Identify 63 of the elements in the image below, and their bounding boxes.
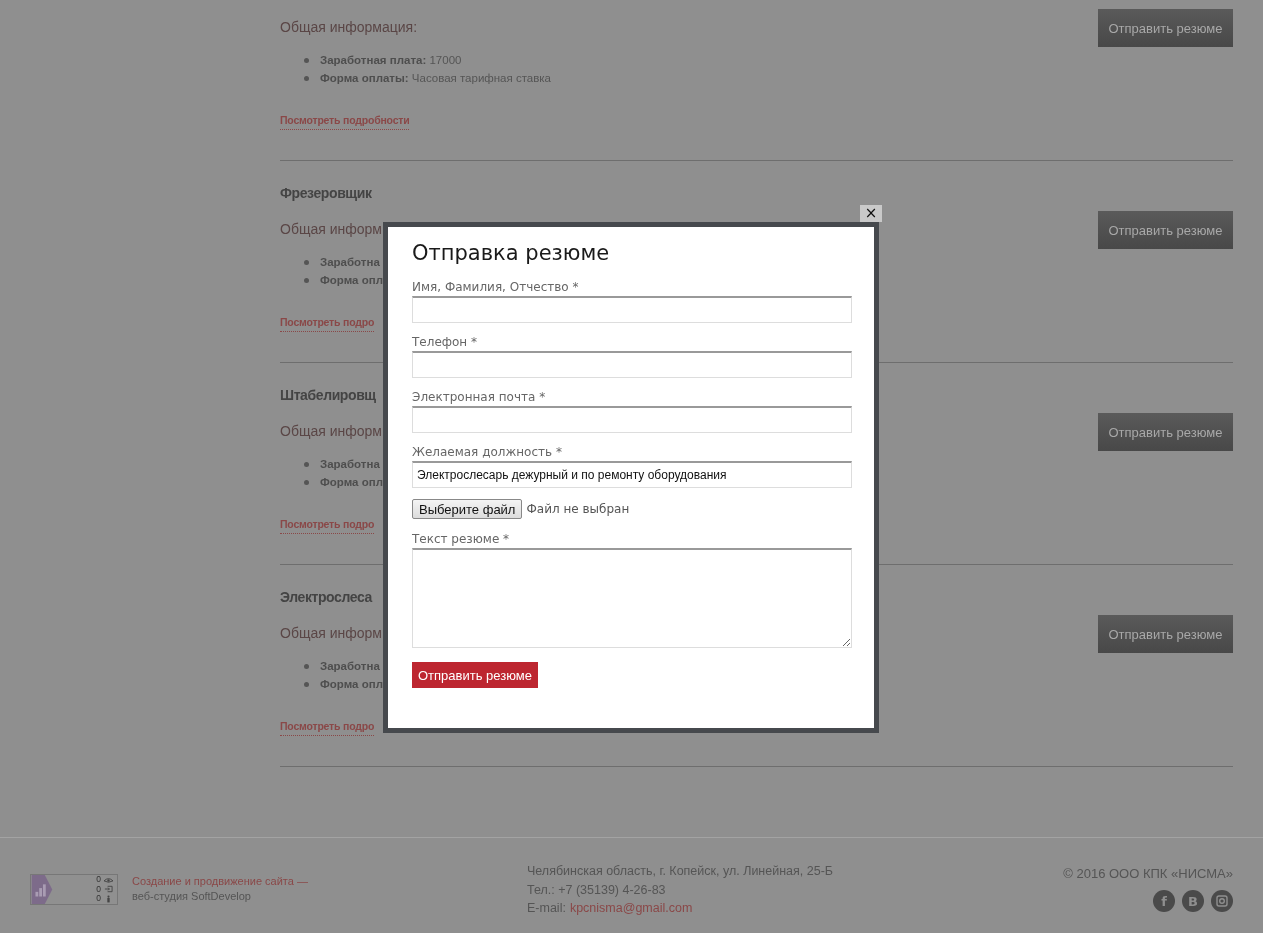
field-label: Текст резюме * xyxy=(412,531,510,547)
info-item: Заработна xyxy=(320,659,380,674)
input-field[interactable]: Электрослесарь дежурный и по ремонту оборудования xyxy=(412,461,852,488)
send-resume-button[interactable]: Отправить резюме xyxy=(1098,211,1233,249)
bullet-icon xyxy=(304,461,309,467)
field-label: Электронная почта * xyxy=(412,389,546,405)
instagram-icon[interactable] xyxy=(1211,890,1233,912)
field-label: Телефон * xyxy=(412,334,478,350)
login-icon xyxy=(104,885,113,894)
bullet-icon xyxy=(304,75,309,81)
details-link[interactable]: Посмотреть подробности xyxy=(280,111,410,130)
email-link[interactable]: kpcnisma@gmail.com xyxy=(569,899,693,918)
counter-value: 0 xyxy=(96,894,101,904)
submit-button[interactable]: Отправить резюме xyxy=(412,662,538,688)
stats-icon xyxy=(31,875,53,904)
bullet-icon xyxy=(304,259,309,265)
file-status: Файл не выбран xyxy=(526,502,630,516)
visit-counter[interactable]: 0 0 0 xyxy=(30,874,118,905)
info-item: Форма опл xyxy=(320,273,383,288)
phone-text: Тел.: +7 (35139) 4-26-83 xyxy=(527,881,666,899)
input-field[interactable] xyxy=(412,406,852,433)
bullet-icon xyxy=(304,681,309,687)
send-resume-button[interactable]: Отправить резюме xyxy=(1098,413,1233,451)
close-button[interactable]: × xyxy=(860,205,882,222)
info-heading: Общая информация: xyxy=(280,18,418,37)
info-item: Заработна xyxy=(320,457,380,472)
job-title: Электрослеса xyxy=(280,588,372,607)
dialog-title: Отправка резюме xyxy=(412,240,611,266)
input-field[interactable] xyxy=(412,296,852,323)
details-link[interactable]: Посмотреть подро xyxy=(280,313,375,332)
resume-textarea[interactable] xyxy=(412,548,852,648)
info-item: Форма опл xyxy=(320,475,383,490)
facebook-icon[interactable]: f xyxy=(1153,890,1175,912)
field-label: Имя, Фамилия, Отчество * xyxy=(412,279,579,295)
field-label: Желаемая должность * xyxy=(412,444,562,460)
info-heading: Общая информ xyxy=(280,422,382,441)
info-item: Заработная плата: 17000 xyxy=(320,53,462,68)
send-resume-button[interactable]: Отправить резюме xyxy=(1098,615,1233,653)
email-label: E-mail: xyxy=(527,900,566,917)
copyright-text: © 2016 ООО КПК «НИСМА» xyxy=(1063,865,1233,883)
eye-icon xyxy=(104,875,113,884)
counter-value: 0 xyxy=(96,875,101,885)
counter-value: 0 xyxy=(96,884,101,894)
job-title: Штабелировщ xyxy=(280,386,376,405)
bullet-icon xyxy=(304,663,309,669)
info-item: Заработна xyxy=(320,255,380,270)
info-item: Форма оплаты: Часовая тарифная ставка xyxy=(320,71,551,86)
person-icon xyxy=(104,895,113,903)
developer-link[interactable]: Создание и продвижение сайта — xyxy=(132,874,308,889)
bullet-icon xyxy=(304,479,309,485)
send-resume-button[interactable]: Отправить резюме xyxy=(1098,9,1233,47)
bullet-icon xyxy=(304,277,309,283)
details-link[interactable]: Посмотреть подро xyxy=(280,717,375,736)
info-heading: Общая информ xyxy=(280,624,382,643)
choose-file-button[interactable]: Выберите файл xyxy=(412,499,523,519)
bullet-icon xyxy=(304,57,309,63)
info-item: Форма опл xyxy=(320,677,383,692)
vk-icon[interactable]: B xyxy=(1182,890,1204,912)
info-heading: Общая информ xyxy=(280,220,382,239)
job-title: Фрезеровщик xyxy=(280,184,372,203)
input-field[interactable] xyxy=(412,351,852,378)
developer-text: веб-студия SoftDevelop xyxy=(132,889,252,904)
details-link[interactable]: Посмотреть подро xyxy=(280,515,375,534)
